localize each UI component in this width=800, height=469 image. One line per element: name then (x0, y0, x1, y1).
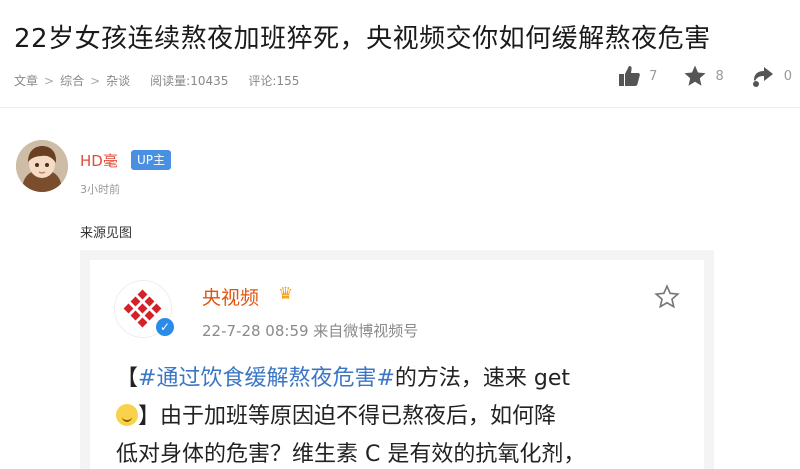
smile-emoji-icon (116, 404, 138, 426)
article-title: 22岁女孩连续熬夜加班猝死，央视频交你如何缓解熬夜危害 (14, 24, 711, 54)
weibo-account-name: 央视频 (202, 287, 260, 309)
breadcrumb-separator: > (44, 73, 55, 88)
share-icon (752, 67, 773, 87)
weibo-line-2: 】由于加班等原因迫不得已熬夜后，如何降 (116, 398, 696, 436)
like-button[interactable]: 7 (617, 64, 657, 88)
post-text: 来源见图 (80, 226, 133, 241)
author-name[interactable]: HD毫 (80, 150, 118, 171)
weibo-post-text: 【#通过饮食缓解熬夜危害#的方法，速来 get 】由于加班等原因迫不得已熬夜后，… (116, 360, 696, 469)
article-meta: 文章 > 综合 > 杂谈 阅读量:10435 评论:155 (14, 72, 299, 89)
like-count: 7 (649, 68, 658, 84)
breadcrumb-separator: > (90, 73, 101, 88)
post-time: 3小时前 (80, 183, 120, 196)
up-badge: UP主 (131, 150, 172, 170)
share-button[interactable]: 0 (750, 64, 792, 88)
view-count: 阅读量:10435 (150, 74, 229, 88)
star-icon (684, 65, 706, 86)
weibo-line-3: 低对身体的危害？维生素 C 是有效的抗氧化剂， (116, 442, 586, 467)
bracket-open: 【 (116, 366, 139, 391)
weibo-post-meta: 22-7-28 08:59 来自微博视频号 (202, 322, 419, 340)
share-count: 0 (783, 68, 792, 84)
verified-icon: ✓ (154, 316, 176, 338)
thumbs-up-icon (619, 66, 640, 86)
weibo-post-card: ✓ 央视频 ♛ 22-7-28 08:59 来自微博视频号 【#通过饮食缓解熬夜… (90, 260, 704, 469)
embedded-screenshot[interactable]: ✓ 央视频 ♛ 22-7-28 08:59 来自微博视频号 【#通过饮食缓解熬夜… (80, 250, 714, 469)
weibo-line-2-text: 】由于加班等原因迫不得已熬夜后，如何降 (138, 404, 557, 429)
breadcrumb-item-misc[interactable]: 杂谈 (106, 72, 130, 89)
weibo-topic-link[interactable]: #通过饮食缓解熬夜危害# (138, 366, 395, 391)
favorite-star-icon[interactable] (654, 284, 680, 314)
weibo-line-1-rest: 的方法，速来 get (394, 366, 571, 391)
weibo-line-1: 【#通过饮食缓解熬夜危害#的方法，速来 get (116, 360, 696, 398)
breadcrumb-item-general[interactable]: 综合 (60, 72, 84, 89)
favorite-button[interactable]: 8 (683, 64, 724, 88)
article-actions: 7 8 0 (591, 64, 792, 88)
favorite-count: 8 (715, 68, 724, 84)
comment-count[interactable]: 评论:155 (248, 72, 299, 89)
breadcrumb-item-article[interactable]: 文章 (14, 72, 38, 89)
header-divider (0, 107, 800, 108)
crown-icon: ♛ (278, 284, 294, 304)
avatar-image (16, 140, 68, 192)
author-avatar[interactable] (16, 140, 68, 192)
